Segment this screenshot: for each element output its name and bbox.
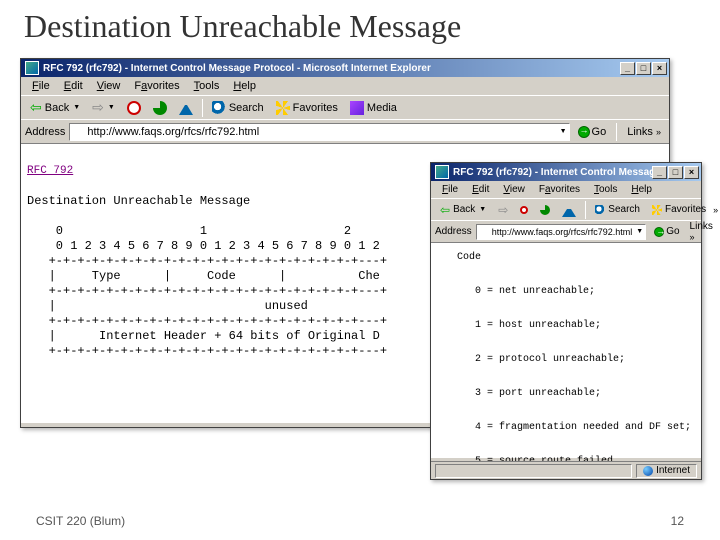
addressbar: Address http://www.faqs.org/rfcs/rfc792.… [431, 220, 701, 242]
menu-favorites[interactable]: Favorites [127, 78, 186, 94]
menu-favorites[interactable]: Favorites [532, 182, 587, 197]
refresh-icon [153, 101, 167, 115]
menu-file[interactable]: File [25, 78, 57, 94]
page-icon [479, 227, 489, 237]
menu-view[interactable]: View [496, 182, 532, 197]
back-button[interactable]: ⇦ Back ▼ [25, 97, 85, 118]
refresh-button[interactable] [535, 203, 555, 217]
menu-tools[interactable]: Tools [587, 182, 624, 197]
slide-title: Destination Unreachable Message [0, 0, 720, 49]
address-label: Address [25, 126, 65, 138]
titlebar: RFC 792 (rfc792) - Internet Control Mess… [431, 163, 701, 181]
toolbar: ⇦ Back ▼ ⇨ Search Favorites » [431, 198, 701, 220]
globe-icon [643, 466, 653, 476]
search-label: Search [608, 204, 640, 215]
stop-button[interactable] [122, 99, 146, 117]
menu-tools[interactable]: Tools [187, 78, 227, 94]
menu-help[interactable]: Help [226, 78, 263, 94]
minimize-button[interactable]: _ [652, 166, 667, 179]
footer-left: CSIT 220 (Blum) [36, 514, 125, 528]
refresh-button[interactable] [148, 99, 172, 117]
chevron-down-icon[interactable]: ▼ [479, 206, 486, 213]
go-label: Go [666, 226, 679, 237]
minimize-button[interactable]: _ [620, 62, 635, 75]
home-icon [179, 101, 193, 115]
rfc-body: Destination Unreachable Message 0 1 2 0 … [27, 194, 387, 358]
forward-button[interactable]: ⇨ [493, 201, 513, 219]
window-title: RFC 792 (rfc792) - Internet Control Mess… [453, 167, 652, 178]
media-label: Media [367, 102, 397, 114]
chevron-down-icon[interactable]: ▼ [73, 104, 80, 111]
zone-label: Internet [656, 465, 690, 476]
browser-window-secondary: RFC 792 (rfc792) - Internet Control Mess… [430, 162, 702, 480]
media-button[interactable]: Media [345, 99, 402, 117]
back-button[interactable]: ⇦ Back ▼ [435, 201, 491, 219]
links-button[interactable]: Links » [623, 126, 665, 138]
chevron-down-icon[interactable]: ▼ [560, 128, 567, 135]
titlebar: RFC 792 (rfc792) - Internet Control Mess… [21, 59, 669, 77]
menu-help[interactable]: Help [624, 182, 659, 197]
stop-icon [520, 206, 528, 214]
slide-number: 12 [671, 514, 684, 528]
star-icon [652, 205, 662, 215]
search-icon [212, 101, 226, 115]
refresh-icon [540, 205, 550, 215]
go-button[interactable]: Go [650, 225, 683, 238]
forward-button[interactable]: ⇨ ▼ [87, 97, 120, 118]
menubar: File Edit View Favorites Tools Help [21, 77, 669, 95]
overflow-icon[interactable]: » [713, 205, 718, 215]
rfc-link[interactable]: RFC 792 [27, 165, 73, 177]
zone-indicator: Internet [636, 464, 697, 478]
go-icon [654, 227, 664, 237]
addressbar: Address http://www.faqs.org/rfcs/rfc792.… [21, 119, 669, 143]
search-button[interactable]: Search [207, 99, 269, 117]
maximize-button[interactable]: □ [668, 166, 683, 179]
ie-icon [435, 165, 449, 179]
search-button[interactable]: Search [590, 202, 645, 217]
menu-file[interactable]: File [435, 182, 465, 197]
maximize-button[interactable]: □ [636, 62, 651, 75]
separator [585, 201, 586, 219]
url-text: http://www.faqs.org/rfcs/rfc792.html [87, 126, 555, 138]
close-button[interactable]: × [684, 166, 699, 179]
address-label: Address [435, 226, 472, 237]
chevron-down-icon[interactable]: ▼ [636, 228, 643, 235]
home-icon [562, 203, 576, 217]
favorites-button[interactable]: Favorites [647, 202, 711, 217]
address-input[interactable]: http://www.faqs.org/rfcs/rfc792.html ▼ [69, 123, 569, 141]
favorites-label: Favorites [293, 102, 338, 114]
links-button[interactable]: Links » [688, 221, 715, 243]
chevron-down-icon[interactable]: ▼ [108, 104, 115, 111]
stop-button[interactable] [515, 204, 533, 216]
favorites-button[interactable]: Favorites [271, 99, 343, 117]
back-label: Back [453, 204, 475, 215]
window-title: RFC 792 (rfc792) - Internet Control Mess… [43, 63, 620, 74]
statusbar: Internet [431, 461, 701, 479]
menu-edit[interactable]: Edit [465, 182, 496, 197]
url-text: http://www.faqs.org/rfcs/rfc792.html [492, 227, 633, 237]
menu-edit[interactable]: Edit [57, 78, 90, 94]
stop-icon [127, 101, 141, 115]
go-label: Go [592, 126, 607, 138]
back-label: Back [45, 102, 69, 114]
close-button[interactable]: × [652, 62, 667, 75]
address-input[interactable]: http://www.faqs.org/rfcs/rfc792.html ▼ [476, 224, 647, 240]
search-icon [595, 205, 605, 215]
home-button[interactable] [557, 201, 581, 219]
toolbar: ⇦ Back ▼ ⇨ ▼ Search Favorites Media [21, 95, 669, 119]
search-label: Search [229, 102, 264, 114]
separator [202, 99, 203, 117]
go-icon [578, 126, 590, 138]
star-icon [276, 101, 290, 115]
menu-view[interactable]: View [90, 78, 128, 94]
separator [616, 123, 617, 141]
page-content: Code 0 = net unreachable; 1 = host unrea… [431, 242, 701, 458]
favorites-label: Favorites [665, 204, 706, 215]
page-icon [72, 126, 84, 138]
menubar: File Edit View Favorites Tools Help [431, 181, 701, 198]
home-button[interactable] [174, 99, 198, 117]
media-icon [350, 101, 364, 115]
ie-icon [25, 61, 39, 75]
go-button[interactable]: Go [574, 125, 611, 139]
